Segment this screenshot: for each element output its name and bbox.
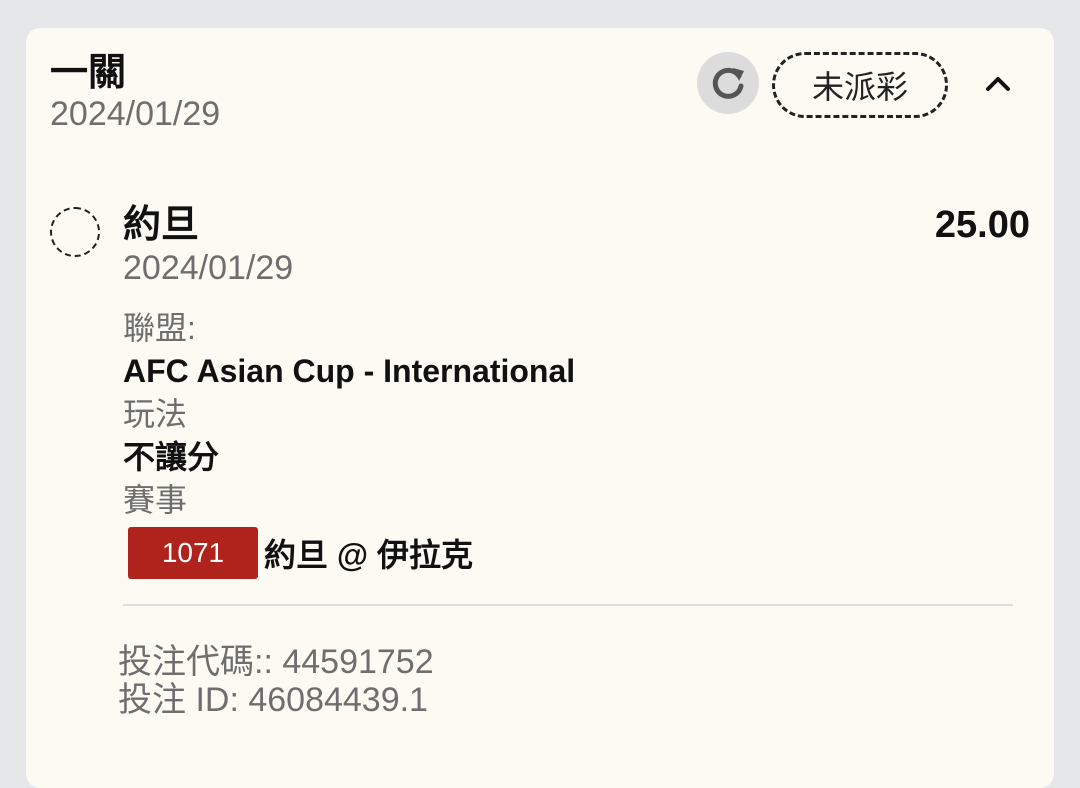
- pending-circle-icon: [50, 207, 100, 257]
- bet-type-title: 一關: [50, 52, 127, 94]
- leg-date: 2024/01/29: [123, 249, 294, 287]
- leg-odds: 25.00: [934, 204, 1030, 246]
- bet-code: 投注代碼:: 44591752: [118, 643, 434, 681]
- event-label: 賽事: [123, 482, 188, 518]
- refresh-button[interactable]: [697, 52, 759, 114]
- chevron-up-icon: [986, 77, 1010, 91]
- bet-id: 投注 ID: 46084439.1: [118, 681, 428, 719]
- bet-date: 2024/01/29: [50, 95, 221, 133]
- collapse-button[interactable]: [976, 62, 1020, 106]
- league-value: AFC Asian Cup - International: [123, 353, 576, 389]
- event-name: 約旦 @ 伊拉克: [264, 537, 473, 573]
- market-label: 玩法: [123, 396, 188, 432]
- refresh-icon: [712, 67, 744, 99]
- event-id-badge: 1071: [128, 527, 258, 579]
- divider: [123, 604, 1013, 606]
- status-badge: 未派彩: [772, 52, 948, 118]
- leg-team: 約旦: [123, 204, 200, 246]
- market-value: 不讓分: [123, 439, 220, 475]
- event-row: 1071 約旦 @ 伊拉克: [128, 527, 473, 579]
- league-label: 聯盟:: [123, 310, 196, 346]
- bet-card: 一關 2024/01/29 未派彩 約旦 25.00 2024/01/29 聯盟…: [26, 28, 1054, 788]
